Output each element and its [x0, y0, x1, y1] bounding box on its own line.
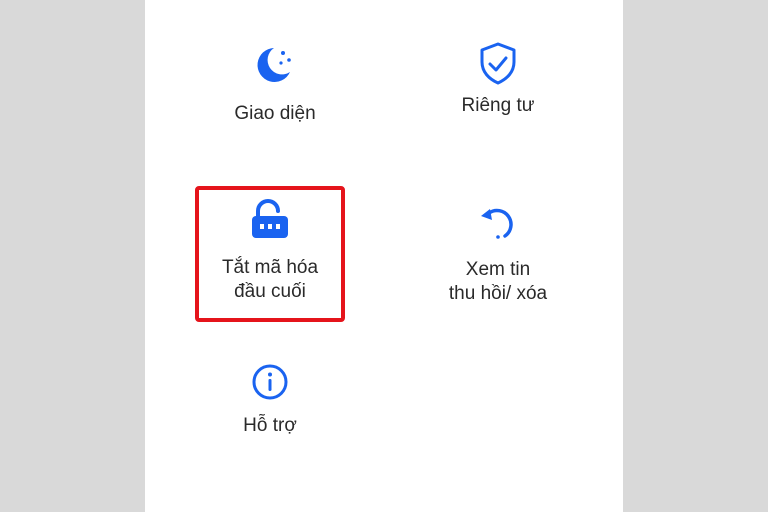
menu-item-e2ee-off[interactable]: Tắt mã hóa đầu cuối [205, 198, 335, 304]
menu-item-recalled[interactable]: Xem tin thu hồi/ xóa [423, 200, 573, 306]
menu-item-support[interactable]: Hỗ trợ [210, 362, 330, 438]
menu-label-recalled-line2: thu hồi/ xóa [448, 283, 548, 304]
menu-label-appearance: Giao diện [234, 103, 316, 124]
menu-label-e2ee-off-line2: đầu cuối [234, 281, 306, 302]
lock-unlocked-icon [252, 199, 288, 238]
shield-check-icon [480, 42, 516, 85]
menu-label-privacy: Riêng tư [461, 95, 535, 116]
menu-item-privacy[interactable]: Riêng tư [438, 40, 558, 118]
menu-item-appearance[interactable]: Giao diện [215, 44, 335, 126]
restore-icon [481, 208, 513, 239]
menu-label-recalled-line1: Xem tin [465, 259, 531, 280]
menu-label-e2ee-off-line1: Tắt mã hóa [221, 257, 319, 278]
menu-label-support: Hỗ trợ [243, 415, 297, 436]
info-icon [252, 364, 288, 400]
menu-label-recalled: Xem tin thu hồi/ xóa [449, 258, 547, 306]
menu-label-e2ee-off: Tắt mã hóa đầu cuối [222, 256, 318, 304]
moon-stars-icon [257, 48, 291, 82]
